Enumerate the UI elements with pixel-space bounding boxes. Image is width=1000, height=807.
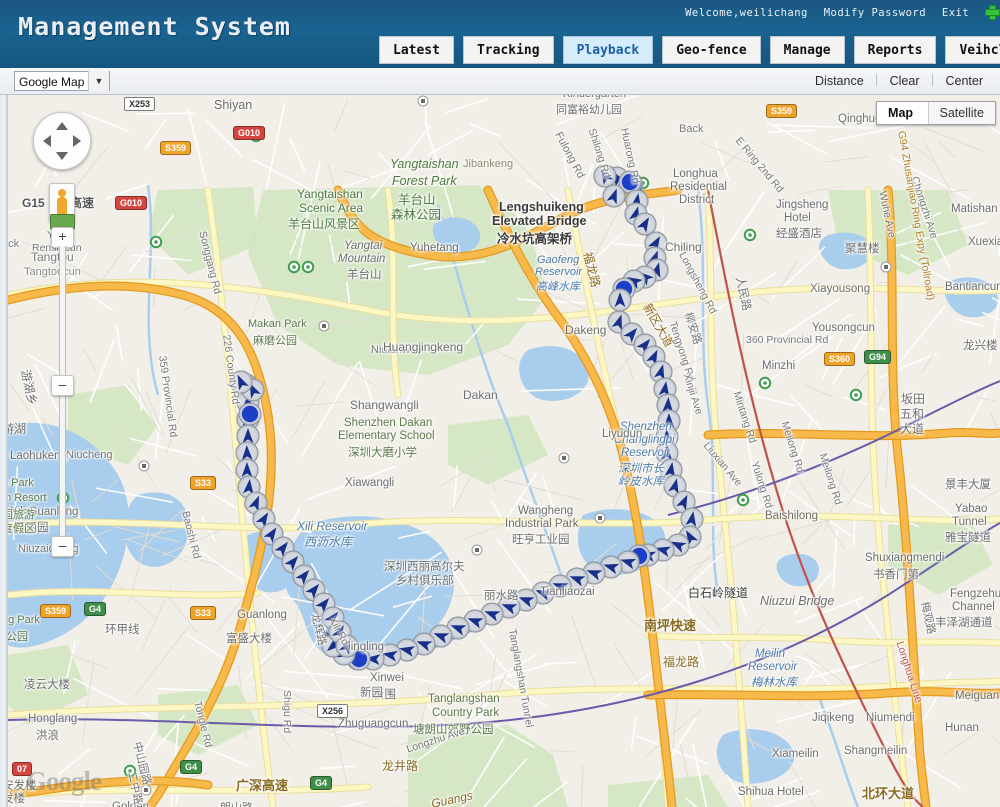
pan-left-icon[interactable] (43, 135, 51, 147)
pan-control[interactable] (33, 112, 91, 170)
nav-tab-geo-fence[interactable]: Geo-fence (662, 36, 761, 64)
zoom-slider-thumb[interactable]: – (51, 375, 74, 396)
track-marker[interactable] (633, 212, 657, 236)
map-canvas[interactable]: ShiyanX253S359G010G15海高速G010YingRenshicu… (8, 95, 1000, 807)
track-marker[interactable] (593, 164, 617, 188)
chevron-down-icon[interactable]: ▼ (88, 71, 109, 91)
zoom-out-button[interactable]: – (51, 536, 74, 557)
zoom-in-button[interactable]: + (51, 227, 74, 248)
green-plugin-icon (985, 5, 1000, 20)
pegman-head (58, 189, 66, 197)
map-view-button[interactable]: Map (877, 102, 924, 124)
modify-password-link[interactable]: Modify Password (824, 7, 926, 19)
nav-tab-latest[interactable]: Latest (379, 36, 454, 64)
page-title: c Management System (0, 12, 291, 41)
map-provider-value: Google Map (19, 75, 85, 89)
nav-tab-playback[interactable]: Playback (562, 36, 654, 64)
left-panel-rail (0, 95, 8, 807)
clear-tool-link[interactable]: Clear (881, 68, 929, 95)
divider (931, 74, 933, 86)
track-marker[interactable] (229, 370, 253, 394)
playback-track-layer (229, 164, 704, 671)
nav-tab-tracking[interactable]: Tracking (462, 36, 554, 64)
welcome-label: Welcome,weilichang (685, 7, 808, 19)
map-toolbar: Google Map ▼ Distance Clear Center (0, 68, 1000, 95)
zoom-control[interactable]: + – – (50, 214, 75, 557)
pan-right-icon[interactable] (73, 135, 81, 147)
divider (876, 74, 878, 86)
nav-tab-veihclestat[interactable]: VeihcleStat (945, 36, 1000, 64)
map-tool-links: Distance Clear Center (806, 68, 992, 95)
nav-tab-manage[interactable]: Manage (769, 36, 845, 64)
main-nav: Latest Tracking Playback Geo-fence Manage Rep… (379, 36, 1000, 66)
pan-up-icon[interactable] (56, 122, 68, 130)
center-tool-link[interactable]: Center (936, 68, 992, 95)
exit-link[interactable]: Exit (942, 7, 969, 19)
track-marker[interactable] (608, 288, 632, 312)
app-header: c Management System Welcome,weilichang M… (0, 0, 1000, 68)
map-provider-select[interactable]: Google Map ▼ (14, 71, 110, 91)
map-type-control[interactable]: Map Satellite (876, 101, 996, 125)
track-marker[interactable] (238, 402, 262, 426)
satellite-view-button[interactable]: Satellite (927, 102, 995, 124)
google-watermark: Google (26, 766, 102, 796)
track-marker[interactable] (602, 184, 626, 208)
track-marker[interactable] (335, 634, 359, 658)
distance-tool-link[interactable]: Distance (806, 68, 873, 95)
nav-tab-reports[interactable]: Reports (853, 36, 937, 64)
user-bar: Welcome,weilichang Modify Password Exit (676, 5, 1000, 20)
pan-down-icon[interactable] (56, 152, 68, 160)
